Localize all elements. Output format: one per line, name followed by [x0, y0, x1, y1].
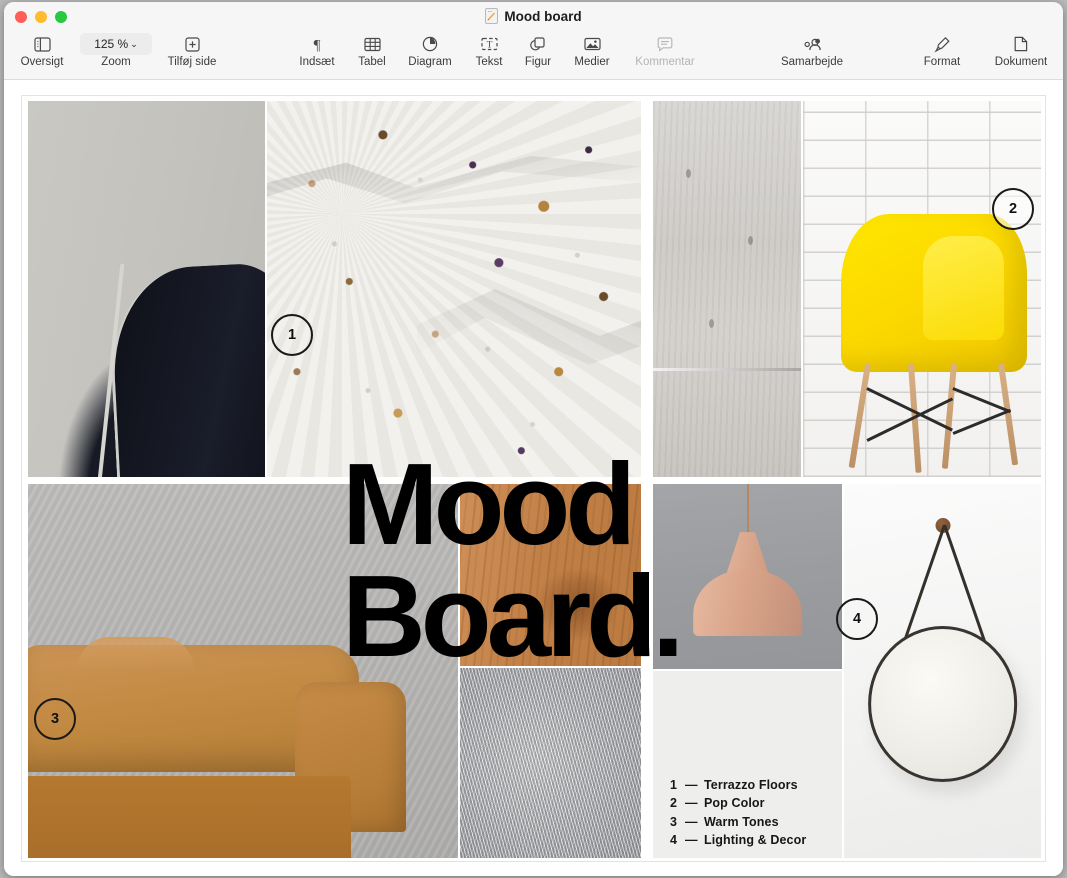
legend-number: 1: [670, 778, 678, 792]
svg-text:¶: ¶: [314, 38, 321, 53]
legend-item: 4 — Lighting & Decor: [670, 831, 850, 849]
toolbar-label-oversigt: Oversigt: [20, 56, 64, 68]
legend-dash: —: [685, 778, 698, 792]
svg-text:T: T: [486, 41, 492, 51]
toolbar-item-indsaet[interactable]: ¶ Indsæt: [288, 34, 346, 69]
format-brush-icon: [933, 34, 951, 54]
table-icon: [363, 34, 381, 54]
add-page-icon: [184, 34, 200, 54]
concrete-blemish: [747, 236, 753, 246]
toolbar-label-figur: Figur: [524, 56, 552, 68]
toolbar-label-kommentar: Kommentar: [635, 56, 695, 68]
image-badge-3[interactable]: 3: [34, 698, 76, 740]
toolbar-item-tabel[interactable]: Tabel: [348, 34, 396, 69]
toolbar-label-diagram: Diagram: [408, 56, 452, 68]
toolbar-label-samarbejde: Samarbejde: [780, 56, 843, 68]
lamp-shade-dome: [692, 569, 803, 636]
image-badge-1[interactable]: 1: [271, 314, 313, 356]
mood-board-page[interactable]: 1 — Terrazzo Floors 2 — Pop Color 3 — Wa…: [21, 95, 1046, 862]
zoom-value: 125 %: [94, 37, 129, 51]
toolbar-label-indsaet: Indsæt: [299, 56, 335, 68]
toolbar-label-dokument: Dokument: [994, 56, 1048, 68]
image-round-mirror[interactable]: [844, 484, 1041, 858]
image-yellow-chair[interactable]: [803, 101, 1041, 477]
document-title-group[interactable]: Mood board: [4, 8, 1063, 24]
toolbar-item-samarbejde[interactable]: Samarbejde: [766, 34, 858, 69]
document-icon: [1014, 34, 1028, 54]
legend-list: 1 — Terrazzo Floors 2 — Pop Color 3 — Wa…: [670, 776, 850, 850]
mirror-glass: [867, 626, 1018, 782]
toolbar-item-oversigt[interactable]: Oversigt: [14, 34, 70, 69]
toolbar-item-diagram[interactable]: Diagram: [398, 34, 462, 69]
toolbar-item-tilfoej-side[interactable]: Tilføj side: [151, 34, 233, 69]
toolbar-item-dokument[interactable]: Dokument: [981, 34, 1061, 69]
lamp-shade-cone: [726, 532, 769, 573]
media-image-icon: [583, 34, 601, 54]
pages-window: Mood board Oversigt 125 % ⌄ Zoom Tilføj …: [4, 2, 1063, 876]
pilcrow-icon: ¶: [310, 34, 324, 54]
armchair-backrest: [106, 261, 265, 477]
zoom-select[interactable]: 125 % ⌄: [80, 33, 152, 55]
legend-item: 2 — Pop Color: [670, 794, 850, 812]
legend-number: 4: [670, 833, 678, 848]
concrete-seam: [653, 367, 801, 371]
chair-leg: [848, 363, 871, 469]
sofa-seat-base: [28, 775, 351, 858]
concrete-blemish: [709, 319, 715, 329]
toolbar-label-zoom: Zoom: [101, 56, 131, 68]
legend-label: Pop Color: [704, 796, 765, 811]
toolbar-item-zoom[interactable]: Zoom: [88, 56, 144, 69]
image-terrazzo[interactable]: [267, 101, 641, 477]
toolbar-label-tilfoej-side: Tilføj side: [167, 56, 217, 68]
toolbar-label-format: Format: [923, 56, 961, 68]
toolbar-label-tekst: Tekst: [475, 56, 503, 68]
main-toolbar: Oversigt 125 % ⌄ Zoom Tilføj side ¶ Inds…: [4, 32, 1063, 80]
legend-item: 1 — Terrazzo Floors: [670, 776, 850, 794]
legend-dash: —: [685, 796, 698, 811]
legend-dash: —: [685, 833, 698, 848]
image-pendant-lamp[interactable]: [653, 484, 842, 669]
comment-icon: [657, 34, 673, 54]
window-title: Mood board: [504, 8, 582, 24]
toolbar-item-figur[interactable]: Figur: [514, 34, 562, 69]
shape-icon: [530, 34, 546, 54]
legend-item: 3 — Warm Tones: [670, 813, 850, 831]
image-concrete-wall[interactable]: [653, 101, 801, 477]
toolbar-item-medier[interactable]: Medier: [564, 34, 620, 69]
legend-dash: —: [685, 814, 698, 829]
chair-wire-brace: [952, 408, 1011, 435]
image-fur-rug[interactable]: [460, 668, 641, 858]
image-badge-2[interactable]: 2: [992, 188, 1034, 230]
terrazzo-speckles: [267, 101, 641, 477]
pages-document-icon: [485, 8, 499, 24]
toolbar-label-medier: Medier: [574, 56, 610, 68]
yellow-chair-shell: [841, 213, 1027, 372]
concrete-blemish: [685, 168, 691, 178]
lamp-cord: [746, 484, 749, 536]
chair-leg: [941, 363, 957, 470]
document-canvas[interactable]: 1 — Terrazzo Floors 2 — Pop Color 3 — Wa…: [4, 80, 1063, 876]
collaborate-icon: [802, 34, 822, 54]
legend-number: 3: [670, 814, 678, 829]
window-titlebar: Mood board: [4, 2, 1063, 32]
chevron-down-icon: ⌄: [130, 38, 138, 49]
legend-number: 2: [670, 796, 678, 811]
image-badge-4[interactable]: 4: [836, 598, 878, 640]
sidebar-icon: [33, 34, 51, 54]
legend-label: Lighting & Decor: [704, 833, 807, 848]
page-title[interactable]: Mood Board.: [342, 446, 684, 674]
toolbar-item-format[interactable]: Format: [909, 34, 975, 69]
legend-label: Warm Tones: [704, 814, 779, 829]
toolbar-item-kommentar[interactable]: Kommentar: [622, 34, 708, 69]
legend-label: Terrazzo Floors: [704, 778, 798, 792]
image-dark-armchair[interactable]: [28, 101, 265, 477]
toolbar-item-tekst[interactable]: T Tekst: [465, 34, 513, 69]
text-box-icon: T: [480, 34, 498, 54]
toolbar-label-tabel: Tabel: [358, 56, 386, 68]
pie-chart-icon: [422, 34, 438, 54]
